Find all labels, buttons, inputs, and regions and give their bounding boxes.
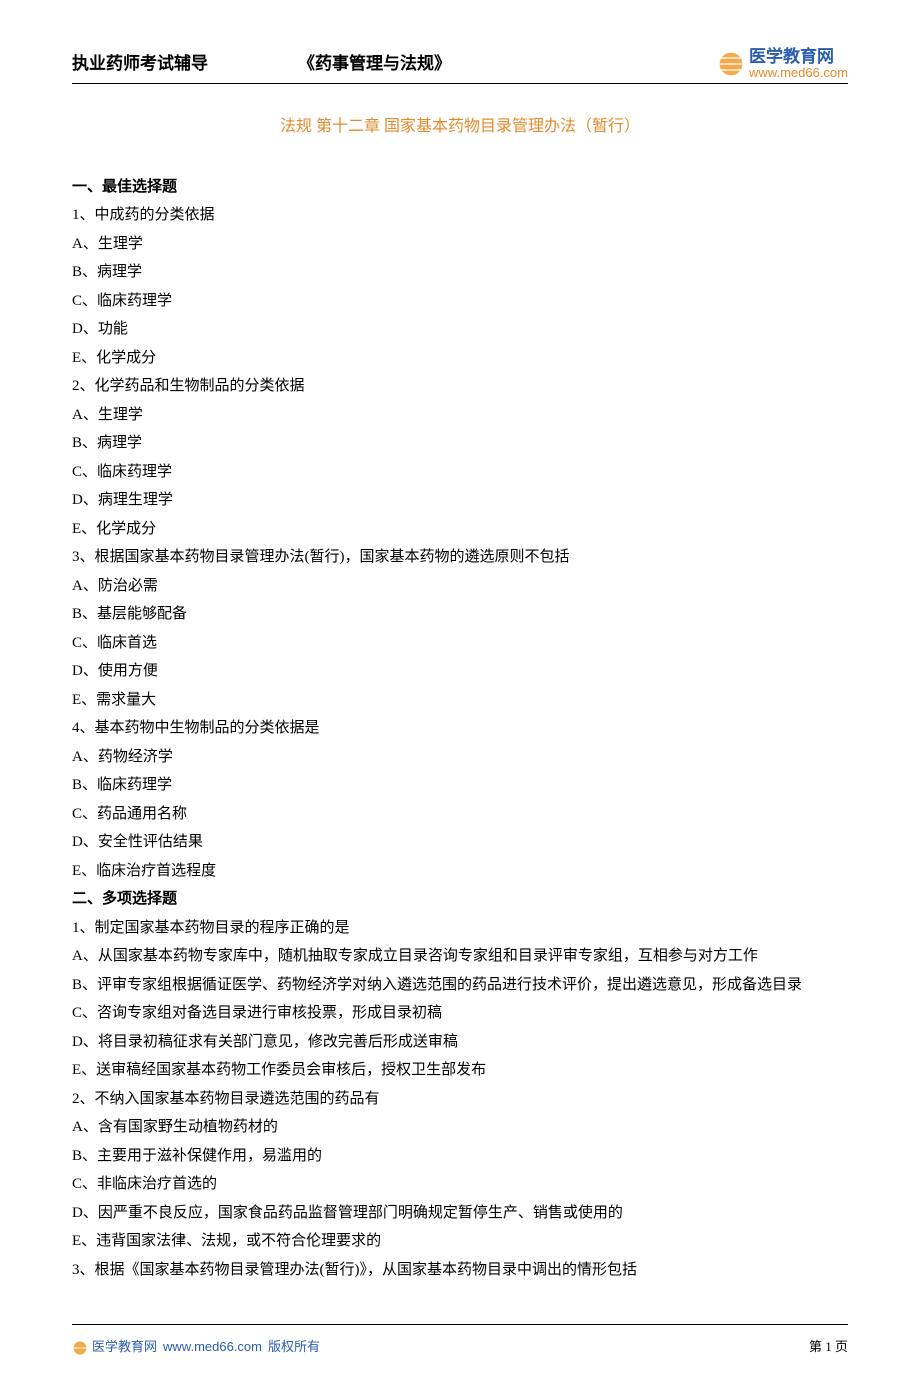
body-line: E、临床治疗首选程度 [72,857,848,886]
body-line: D、安全性评估结果 [72,828,848,857]
body-line: 3、根据国家基本药物目录管理办法(暂行)，国家基本药物的遴选原则不包括 [72,543,848,572]
body-line: 1、制定国家基本药物目录的程序正确的是 [72,914,848,943]
body-line: B、主要用于滋补保健作用，易滥用的 [72,1142,848,1171]
site-logo: 医学教育网 www.med66.com [718,48,848,79]
footer-logo: 医学教育网 www.med66.com 版权所有 [72,1335,320,1360]
body-line: D、病理生理学 [72,486,848,515]
page-header: 执业药师考试辅导 《药事管理与法规》 医学教育网 www.med66.com [72,48,848,84]
page-footer: 医学教育网 www.med66.com 版权所有 第 1 页 [72,1324,848,1360]
body-line: C、临床药理学 [72,458,848,487]
section-heading: 一、最佳选择题 [72,173,848,202]
footer-site-url: www.med66.com [163,1335,262,1360]
body-line: B、评审专家组根据循证医学、药物经济学对纳入遴选范围的药品进行技术评价，提出遴选… [72,971,848,1000]
body-line: E、化学成分 [72,515,848,544]
logo-text: 医学教育网 www.med66.com [749,48,848,79]
body-line: 2、不纳入国家基本药物目录遴选范围的药品有 [72,1085,848,1114]
page-number: 第 1 页 [809,1335,848,1360]
globe-icon [718,51,744,77]
body-line: 1、中成药的分类依据 [72,201,848,230]
body-line: C、药品通用名称 [72,800,848,829]
body-line: C、临床药理学 [72,287,848,316]
body-line: 2、化学药品和生物制品的分类依据 [72,372,848,401]
body-line: E、违背国家法律、法规，或不符合伦理要求的 [72,1227,848,1256]
body-line: A、生理学 [72,230,848,259]
body-line: B、临床药理学 [72,771,848,800]
footer-site-name: 医学教育网 [92,1335,157,1360]
body-line: A、生理学 [72,401,848,430]
header-subject: 《药事管理与法规》 [208,48,718,80]
body-line: 3、根据《国家基本药物目录管理办法(暂行)》，从国家基本药物目录中调出的情形包括 [72,1256,848,1285]
body-line: E、送审稿经国家基本药物工作委员会审核后，授权卫生部发布 [72,1056,848,1085]
body-line: D、因严重不良反应，国家食品药品监督管理部门明确规定暂停生产、销售或使用的 [72,1199,848,1228]
footer-copyright: 版权所有 [268,1335,320,1360]
chapter-title: 法规 第十二章 国家基本药物目录管理办法（暂行） [72,112,848,142]
body-line: C、咨询专家组对备选目录进行审核投票，形成目录初稿 [72,999,848,1028]
body-line: D、功能 [72,315,848,344]
body-line: A、防治必需 [72,572,848,601]
body-line: A、含有国家野生动植物药材的 [72,1113,848,1142]
logo-site-name: 医学教育网 [749,48,848,66]
body-line: B、病理学 [72,429,848,458]
body-line: 4、基本药物中生物制品的分类依据是 [72,714,848,743]
body-line: D、将目录初稿征求有关部门意见，修改完善后形成送审稿 [72,1028,848,1057]
body-line: B、基层能够配备 [72,600,848,629]
body-line: E、需求量大 [72,686,848,715]
body-line: A、从国家基本药物专家库中，随机抽取专家成立目录咨询专家组和目录评审专家组，互相… [72,942,848,971]
body-line: D、使用方便 [72,657,848,686]
body-line: B、病理学 [72,258,848,287]
body-line: E、化学成分 [72,344,848,373]
header-course: 执业药师考试辅导 [72,48,208,80]
body-line: A、药物经济学 [72,743,848,772]
globe-icon [72,1340,88,1356]
body-line: C、非临床治疗首选的 [72,1170,848,1199]
logo-site-url: www.med66.com [749,66,848,80]
body-line: C、临床首选 [72,629,848,658]
document-page: 执业药师考试辅导 《药事管理与法规》 医学教育网 www.med66.com 法… [0,0,920,1390]
document-body: 一、最佳选择题1、中成药的分类依据A、生理学B、病理学C、临床药理学D、功能E、… [72,173,848,1285]
section-heading: 二、多项选择题 [72,885,848,914]
